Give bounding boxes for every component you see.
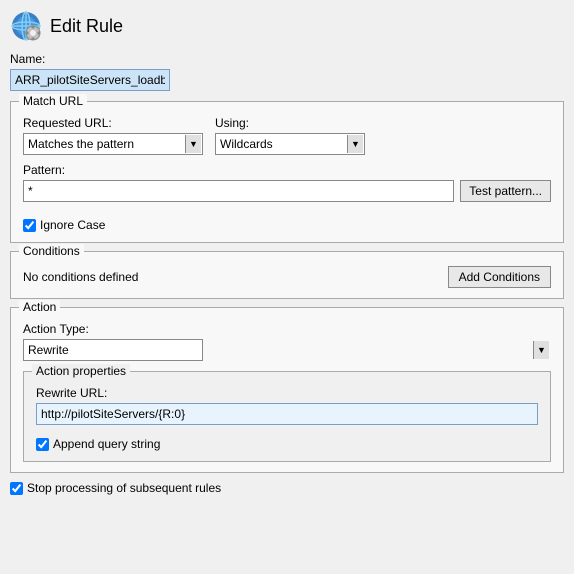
conditions-row: No conditions defined Add Conditions [23,266,551,288]
pattern-row: Test pattern... [23,180,551,202]
using-select[interactable]: Wildcards [215,133,365,155]
page-header: Edit Rule [10,10,564,42]
append-query-string-row: Append query string [36,437,538,451]
conditions-legend: Conditions [19,244,84,258]
match-url-section: Match URL Requested URL: Matches the pat… [10,101,564,243]
ignore-case-checkbox[interactable] [23,219,36,232]
action-section: Action Action Type: Rewrite ▼ Action pro… [10,307,564,473]
action-type-arrow-icon: ▼ [533,341,549,359]
test-pattern-button[interactable]: Test pattern... [460,180,551,202]
name-input[interactable] [10,69,170,91]
no-conditions-text: No conditions defined [23,270,138,284]
stop-processing-label: Stop processing of subsequent rules [27,481,221,495]
action-type-wrapper: Rewrite ▼ [23,339,551,361]
ignore-case-label: Ignore Case [40,218,105,232]
name-label: Name: [10,52,564,66]
pattern-input[interactable] [23,180,454,202]
page-title: Edit Rule [50,16,123,37]
action-properties-group: Action properties Rewrite URL: Append qu… [23,371,551,462]
name-section: Name: [10,52,564,101]
requested-url-select[interactable]: Matches the pattern [23,133,203,155]
requested-url-label: Requested URL: [23,116,203,130]
using-wrapper: Wildcards ▼ [215,133,365,155]
rewrite-url-label: Rewrite URL: [36,386,538,400]
action-type-label: Action Type: [23,322,551,336]
action-type-select[interactable]: Rewrite [23,339,203,361]
requested-url-wrapper: Matches the pattern ▼ [23,133,203,155]
append-query-string-checkbox[interactable] [36,438,49,451]
action-properties-legend: Action properties [32,364,130,378]
edit-rule-icon [10,10,42,42]
using-label: Using: [215,116,365,130]
action-legend: Action [19,300,60,314]
stop-processing-checkbox[interactable] [10,482,23,495]
add-conditions-button[interactable]: Add Conditions [448,266,551,288]
match-url-legend: Match URL [19,94,87,108]
rewrite-url-input[interactable] [36,403,538,425]
stop-processing-row: Stop processing of subsequent rules [10,481,564,495]
pattern-label: Pattern: [23,163,551,177]
ignore-case-row: Ignore Case [23,218,551,232]
append-query-string-label: Append query string [53,437,160,451]
conditions-section: Conditions No conditions defined Add Con… [10,251,564,299]
